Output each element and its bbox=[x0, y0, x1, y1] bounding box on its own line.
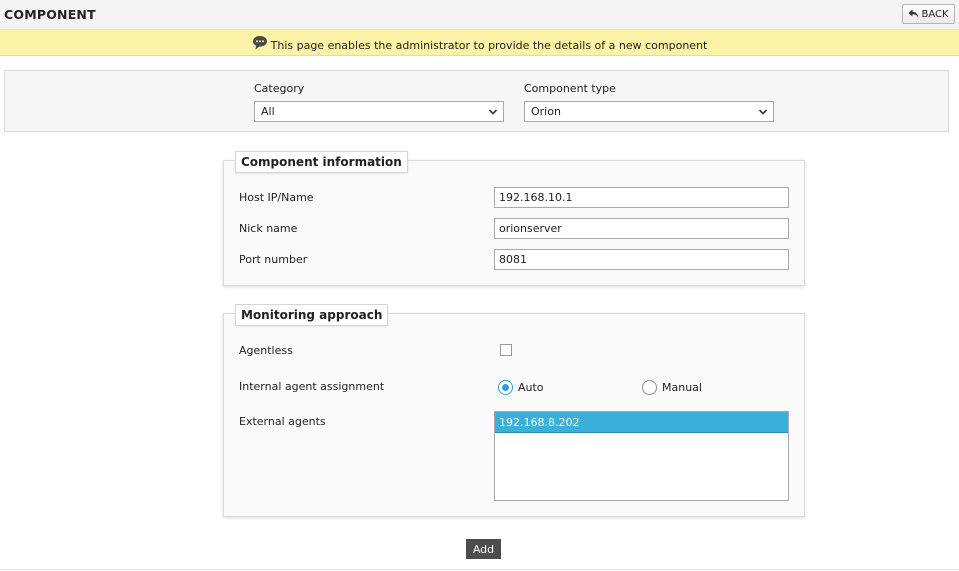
category-select[interactable]: All bbox=[254, 101, 504, 122]
divider bbox=[0, 569, 959, 570]
category-select-value: All bbox=[261, 105, 275, 118]
info-text: This page enables the administrator to p… bbox=[270, 39, 708, 52]
info-banner: This page enables the administrator to p… bbox=[0, 30, 959, 56]
auto-radio-label[interactable]: Auto bbox=[518, 381, 544, 394]
monitoring-approach-panel: Monitoring approach Agentless Internal a… bbox=[223, 304, 805, 517]
back-arrow-icon bbox=[908, 9, 919, 18]
nick-name-label: Nick name bbox=[239, 222, 298, 235]
component-type-select-value: Orion bbox=[531, 105, 561, 118]
category-label: Category bbox=[254, 82, 305, 95]
component-information-legend: Component information bbox=[235, 151, 408, 173]
title-bar: COMPONENT BACK bbox=[0, 0, 959, 30]
component-information-panel: Component information Host IP/Name Nick … bbox=[223, 151, 805, 286]
back-button-label: BACK bbox=[921, 8, 949, 20]
external-agents-listbox[interactable]: 192.168.8.202 bbox=[494, 411, 789, 501]
port-number-input[interactable] bbox=[494, 249, 789, 270]
agentless-label: Agentless bbox=[239, 344, 293, 357]
port-number-label: Port number bbox=[239, 253, 308, 266]
add-button[interactable]: Add bbox=[466, 539, 501, 559]
filter-bar: Category All Component type Orion bbox=[4, 70, 949, 132]
page-title: COMPONENT bbox=[4, 7, 96, 22]
component-type-label: Component type bbox=[524, 82, 616, 95]
back-button[interactable]: BACK bbox=[902, 4, 955, 24]
auto-radio[interactable] bbox=[498, 380, 513, 395]
monitoring-approach-legend: Monitoring approach bbox=[235, 304, 389, 326]
host-input[interactable] bbox=[494, 187, 789, 208]
manual-radio[interactable] bbox=[642, 380, 657, 395]
chevron-down-icon bbox=[758, 109, 768, 115]
manual-radio-label[interactable]: Manual bbox=[662, 381, 702, 394]
agentless-checkbox[interactable] bbox=[500, 344, 512, 356]
host-label: Host IP/Name bbox=[239, 191, 314, 204]
chevron-down-icon bbox=[488, 109, 498, 115]
component-type-select[interactable]: Orion bbox=[524, 101, 774, 122]
list-item[interactable]: 192.168.8.202 bbox=[495, 412, 788, 433]
internal-agent-assignment-label: Internal agent assignment bbox=[239, 380, 385, 393]
external-agents-label: External agents bbox=[239, 415, 326, 428]
nick-name-input[interactable] bbox=[494, 218, 789, 239]
speech-bubble-icon bbox=[252, 36, 267, 50]
